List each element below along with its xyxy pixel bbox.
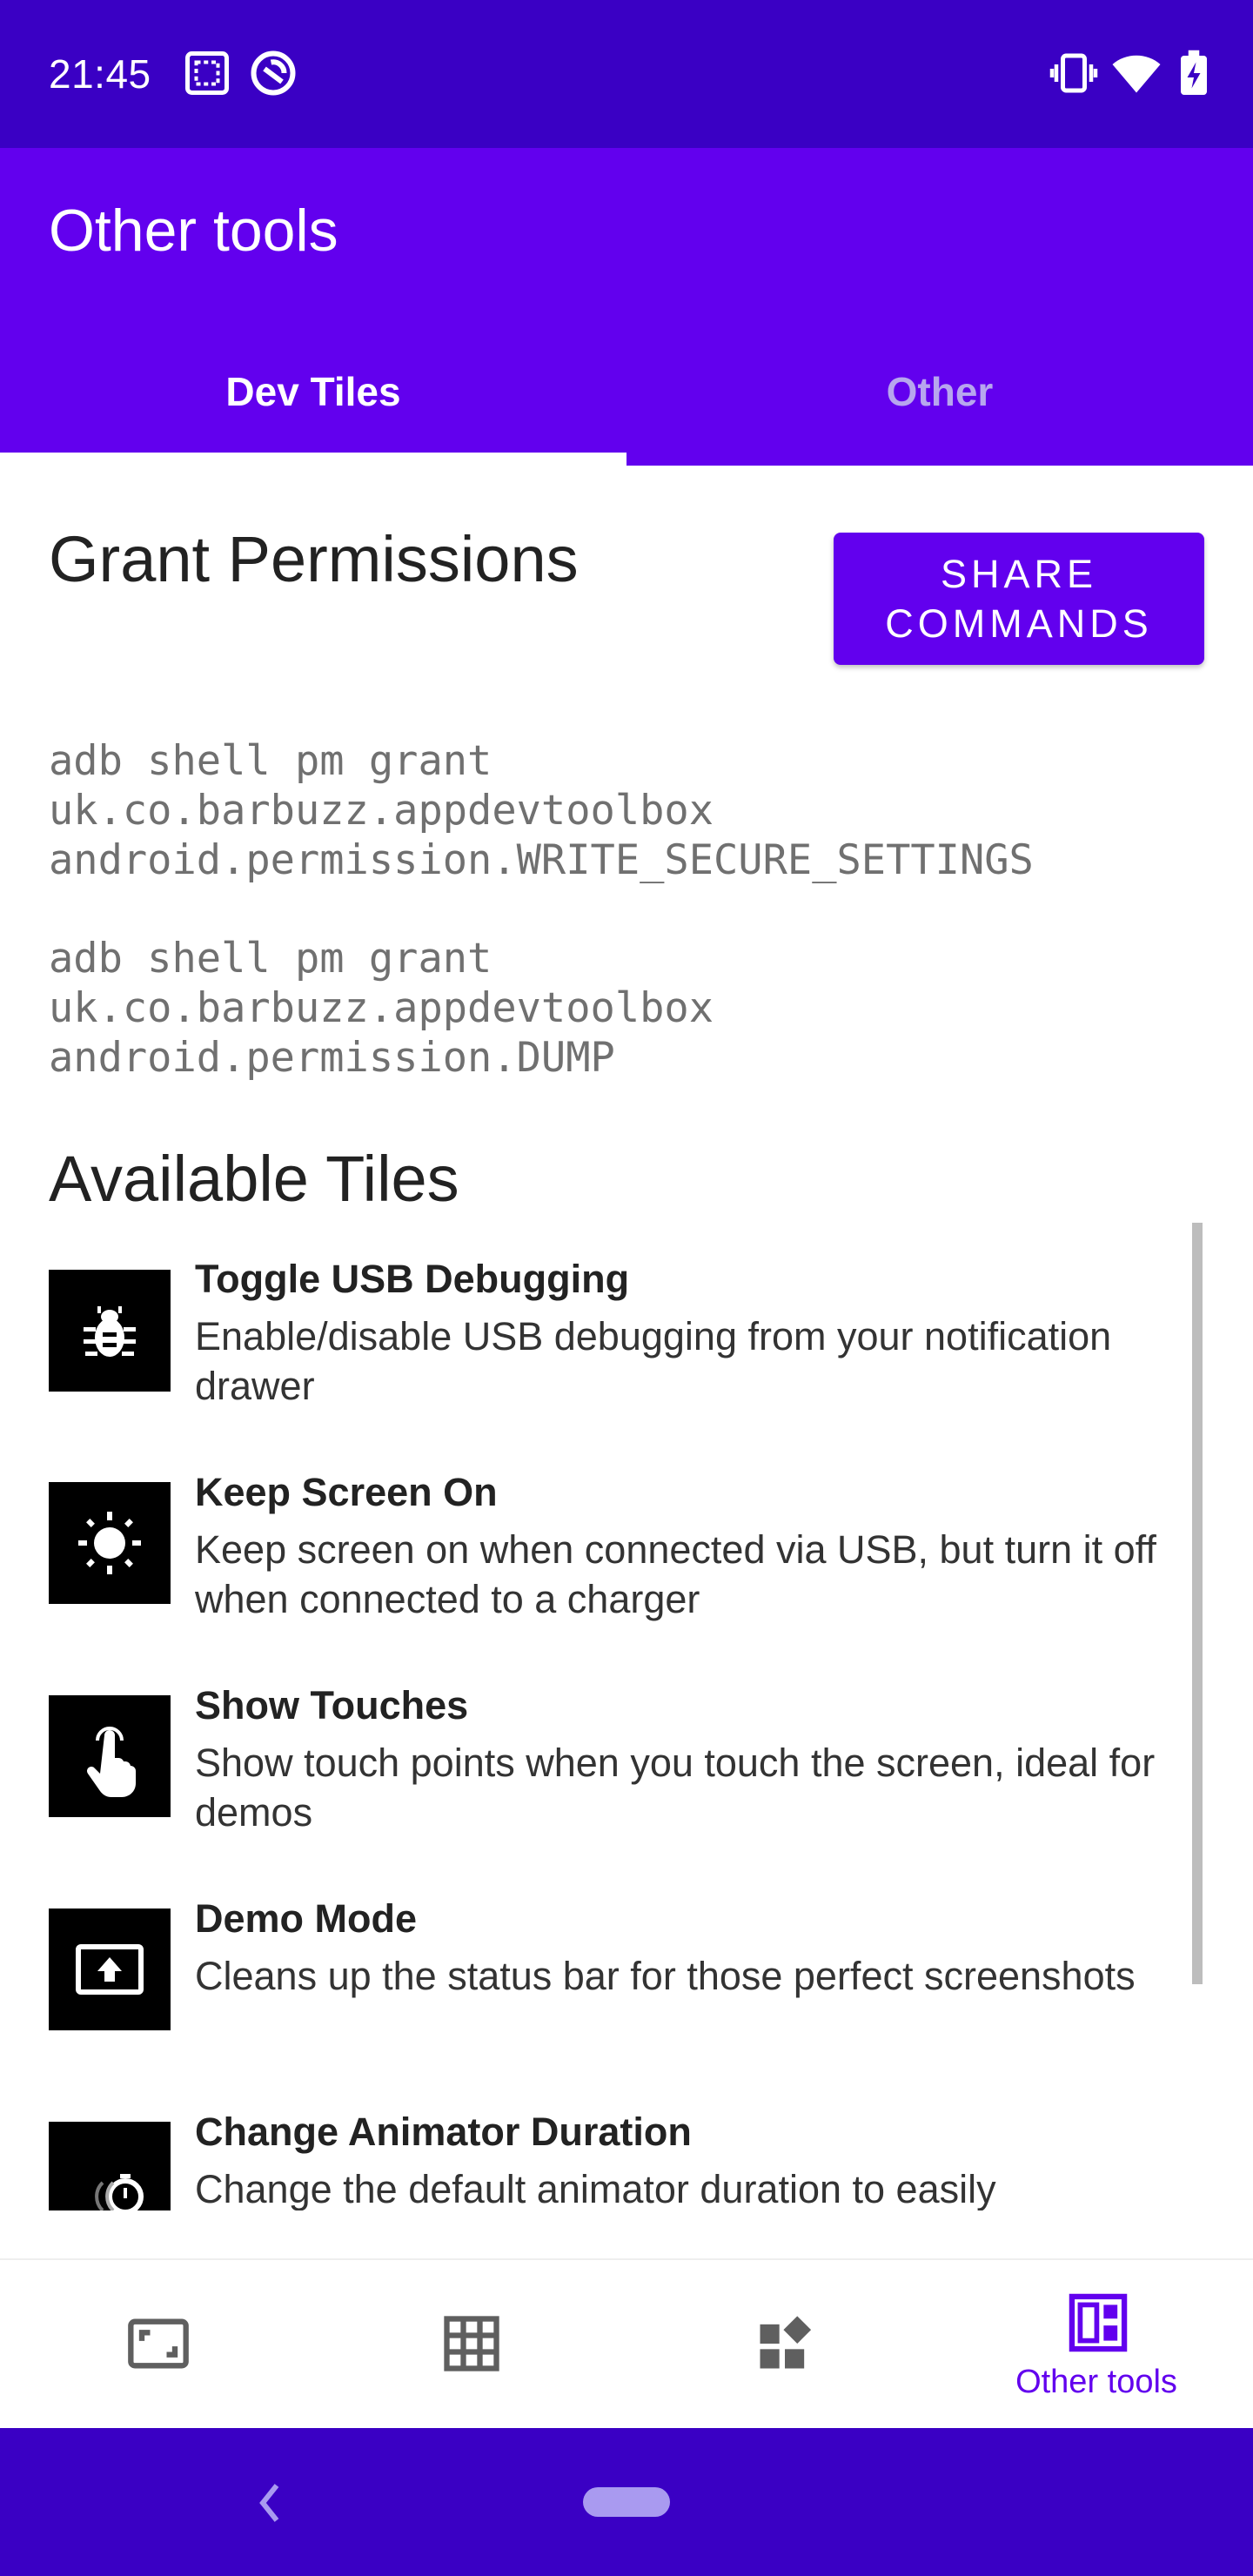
battery-charging-icon <box>1181 50 1207 95</box>
tile-desc-demo-mode: Cleans up the status bar for those perfe… <box>195 1954 1136 1998</box>
vibrate-icon <box>1049 53 1098 93</box>
tab-other[interactable]: Other <box>626 318 1253 466</box>
nav-item-widgets[interactable] <box>626 2258 940 2428</box>
data-saver-icon <box>251 50 296 96</box>
tile-title-show-touches: Show Touches <box>195 1683 469 1727</box>
dashboard-icon <box>1069 2293 1128 2352</box>
tile-desc-usb-debugging: Enable/disable USB debugging from your n… <box>195 1314 1112 1408</box>
wifi-icon <box>1112 55 1161 93</box>
screenshot-icon <box>185 51 229 95</box>
brightness-icon <box>49 1482 171 1604</box>
grid-icon <box>444 2316 499 2371</box>
tile-title-demo-mode: Demo Mode <box>195 1896 418 1941</box>
demo-mode-icon <box>49 1909 171 2030</box>
animator-duration-icon <box>49 2122 171 2210</box>
nav-label-other-tools: Other tools <box>1015 2364 1177 2400</box>
widgets-icon <box>760 2316 812 2369</box>
tile-desc-show-touches: Show touch points when you touch the scr… <box>195 1741 1156 1835</box>
app-title: Other tools <box>49 198 338 264</box>
tile-desc-animator-duration: Change the default animator duration to … <box>195 2167 996 2210</box>
back-icon[interactable] <box>252 2479 287 2527</box>
nav-item-aspect-ratio[interactable] <box>0 2258 313 2428</box>
tab-dev-tiles[interactable]: Dev Tiles <box>0 318 626 466</box>
available-tiles-heading: Available Tiles <box>49 1143 459 1215</box>
nav-item-other-tools[interactable] <box>940 2258 1253 2428</box>
touch-icon <box>49 1695 171 1817</box>
tab-indicator <box>0 453 626 466</box>
adb-command-write-secure-settings: adb shell pm grant uk.co.barbuzz.appdevt… <box>49 737 1034 884</box>
list-item-clipped: Change Animator Duration Change the defa… <box>0 2089 1253 2210</box>
tile-title-animator-duration: Change Animator Duration <box>195 2110 692 2154</box>
grant-permissions-title: Grant Permissions <box>49 523 579 595</box>
share-commands-button[interactable]: SHARE COMMANDS <box>834 533 1204 665</box>
status-time: 21:45 <box>49 51 151 97</box>
bug-icon <box>49 1270 171 1392</box>
nav-item-grid[interactable] <box>313 2258 626 2428</box>
adb-command-dump: adb shell pm grant uk.co.barbuzz.appdevt… <box>49 935 714 1082</box>
tile-title-usb-debugging: Toggle USB Debugging <box>195 1257 630 1301</box>
home-pill[interactable] <box>583 2487 670 2517</box>
tile-desc-keep-screen-on: Keep screen on when connected via USB, b… <box>195 1527 1156 1621</box>
share-commands-label: SHARE COMMANDS <box>885 552 1153 646</box>
aspect-ratio-icon <box>128 2318 189 2369</box>
scrollbar[interactable] <box>1192 1223 1203 1984</box>
tile-title-keep-screen-on: Keep Screen On <box>195 1470 498 1514</box>
